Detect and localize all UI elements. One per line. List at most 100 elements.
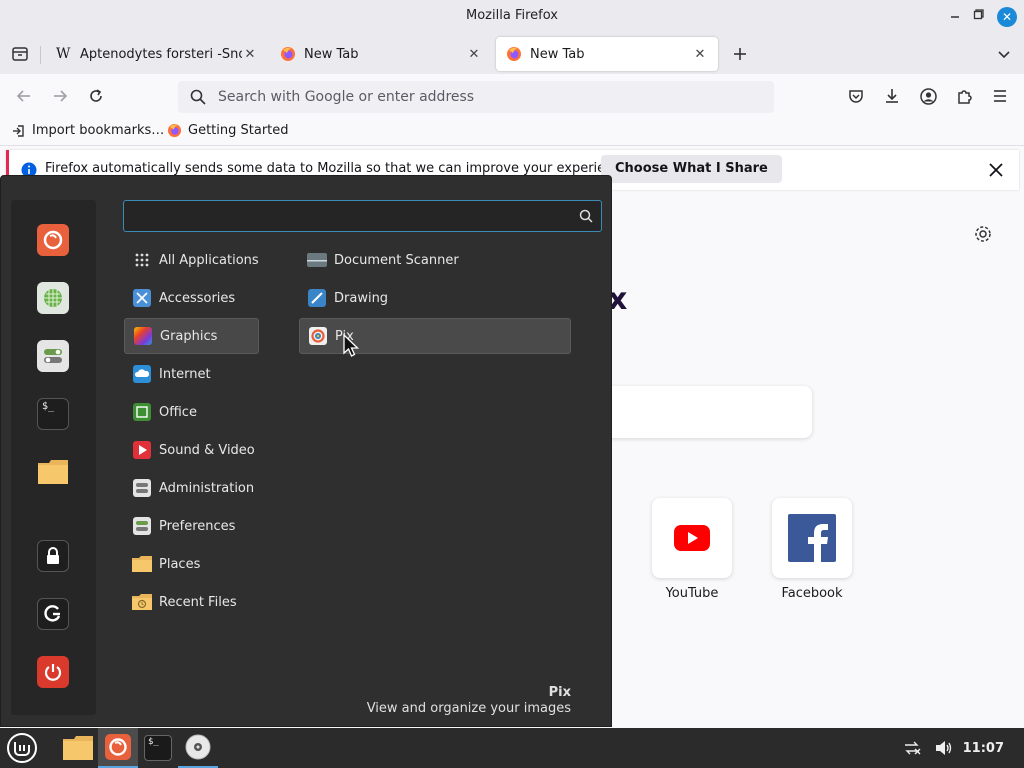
mint-menu-button[interactable] [2, 728, 42, 768]
category-places[interactable]: Places [124, 546, 259, 582]
getting-started-link[interactable]: Getting Started [167, 123, 289, 138]
category-label: All Applications [159, 252, 259, 268]
category-office[interactable]: Office [124, 394, 259, 430]
logout-button[interactable] [37, 598, 69, 630]
tab-wikipedia[interactable]: W Aptenodytes forsteri -Snow ✕ [46, 37, 268, 71]
category-graphics[interactable]: Graphics [124, 318, 259, 354]
tab-close-icon[interactable]: ✕ [692, 47, 708, 62]
taskbar-terminal[interactable]: $_ [138, 728, 178, 768]
forward-button[interactable] [48, 84, 72, 108]
clock[interactable]: 11:07 [963, 741, 1004, 756]
firefox-icon [105, 734, 131, 760]
lock-icon [47, 547, 59, 564]
app-drawing[interactable]: Drawing [299, 280, 571, 316]
lock-screen-button[interactable] [37, 540, 69, 572]
search-icon [190, 89, 206, 105]
arrow-left-icon [16, 90, 30, 102]
tab-separator [40, 46, 41, 64]
shortcut-facebook[interactable]: Facebook [772, 498, 852, 601]
category-recent-files[interactable]: Recent Files [124, 584, 259, 620]
network-icon [44, 289, 62, 307]
list-all-tabs-button[interactable] [992, 42, 1016, 66]
favorite-files[interactable] [37, 456, 69, 488]
reload-button[interactable] [84, 84, 108, 108]
category-label: Recent Files [159, 594, 237, 610]
choose-what-i-share-button[interactable]: Choose What I Share [601, 155, 782, 183]
tab-close-icon[interactable]: ✕ [466, 47, 482, 62]
navigation-toolbar [0, 74, 1024, 118]
wikipedia-icon: W [56, 46, 71, 62]
terminal-icon: $_ [42, 401, 55, 412]
app-pix[interactable]: Pix [299, 318, 571, 354]
new-tab-button[interactable] [728, 42, 752, 66]
pocket-button[interactable] [844, 84, 868, 108]
close-window-button[interactable]: ✕ [997, 7, 1017, 27]
app-description: Pix View and organize your images [367, 685, 571, 716]
shortcut-label: Facebook [781, 586, 843, 601]
category-label: Graphics [160, 328, 218, 344]
puzzle-icon [958, 90, 972, 104]
tab-new-tab-1[interactable]: New Tab ✕ [270, 37, 492, 71]
tab-label: Aptenodytes forsteri -Snow [80, 46, 242, 62]
downloads-button[interactable] [880, 84, 904, 108]
account-button[interactable] [916, 84, 940, 108]
category-internet[interactable]: Internet [124, 356, 259, 392]
mouse-cursor-icon [343, 334, 360, 357]
recent-folder-icon [132, 592, 152, 612]
notice-text: Firefox automatically sends some data to… [45, 161, 633, 176]
url-bar[interactable] [178, 81, 774, 113]
administration-icon [132, 478, 152, 498]
firefox-view-icon [12, 47, 28, 61]
title-bar: Mozilla Firefox ✕ [0, 0, 1024, 34]
minimize-icon [951, 16, 959, 18]
system-tray: 11:07 [903, 728, 1024, 768]
download-icon [886, 89, 898, 103]
import-bookmarks-link[interactable]: Import bookmarks… [12, 123, 164, 138]
settings-toggle-icon [44, 349, 62, 363]
maximize-button[interactable] [969, 7, 989, 27]
extensions-button[interactable] [952, 84, 976, 108]
category-sound-video[interactable]: Sound & Video [124, 432, 259, 468]
minimize-button[interactable] [945, 7, 965, 27]
taskbar: $_ 11:07 [0, 728, 1024, 768]
terminal-icon: $_ [144, 735, 172, 761]
volume-icon[interactable] [935, 740, 953, 756]
taskbar-files[interactable] [58, 728, 98, 768]
power-icon [44, 664, 62, 681]
taskbar-firefox[interactable] [98, 728, 138, 768]
import-icon [13, 124, 24, 137]
category-accessories[interactable]: Accessories [124, 280, 259, 316]
tab-label: New Tab [304, 46, 359, 62]
close-icon[interactable] [985, 159, 1007, 181]
favorite-network[interactable] [37, 282, 69, 314]
app-document-scanner[interactable]: Document Scanner [299, 242, 571, 278]
category-all-applications[interactable]: All Applications [124, 242, 259, 278]
menu-search-field[interactable] [123, 200, 602, 232]
pocket-icon [849, 90, 863, 103]
shutdown-button[interactable] [37, 656, 69, 688]
tab-new-tab-2[interactable]: New Tab ✕ [496, 37, 718, 71]
search-icon [579, 209, 593, 223]
gear-icon[interactable] [973, 224, 993, 244]
back-button[interactable] [12, 84, 36, 108]
taskbar-disc[interactable] [178, 728, 218, 768]
favorite-terminal[interactable]: $_ [37, 398, 69, 430]
favorite-firefox[interactable] [37, 224, 69, 256]
firefox-icon [43, 230, 63, 250]
firefox-view-button[interactable] [8, 42, 32, 66]
firefox-icon [507, 47, 521, 61]
category-administration[interactable]: Administration [124, 470, 259, 506]
accessories-icon [132, 288, 152, 308]
network-disconnected-icon[interactable] [903, 740, 921, 756]
plus-icon [734, 48, 746, 60]
menu-search-input[interactable] [132, 207, 572, 222]
category-preferences[interactable]: Preferences [124, 508, 259, 544]
maximize-icon [973, 9, 984, 20]
url-input[interactable] [218, 89, 738, 105]
shortcut-youtube[interactable]: YouTube [652, 498, 732, 601]
favorite-settings[interactable] [37, 340, 69, 372]
category-label: Places [159, 556, 201, 572]
disc-icon [185, 734, 211, 760]
tab-close-icon[interactable]: ✕ [242, 47, 258, 62]
app-menu-button[interactable] [988, 84, 1012, 108]
